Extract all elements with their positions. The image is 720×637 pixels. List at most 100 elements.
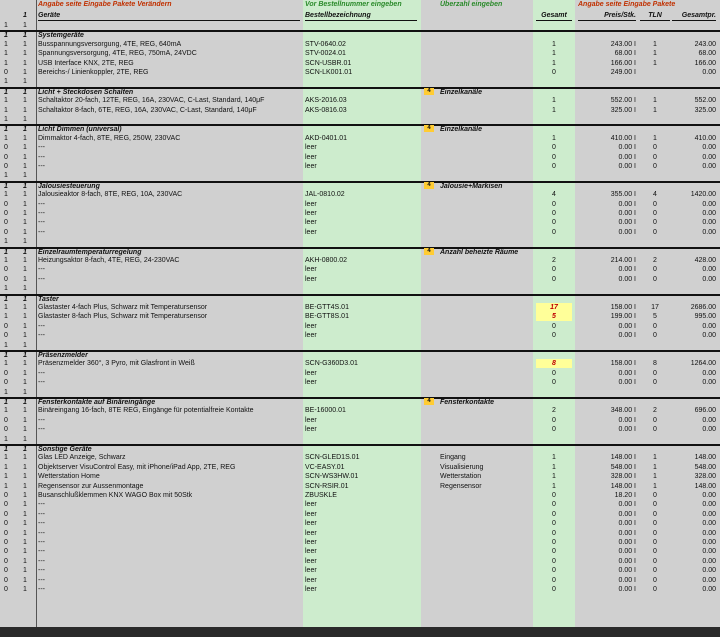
quantity-cell[interactable]: 0 bbox=[536, 378, 572, 387]
quantity-cell[interactable]: 1 bbox=[536, 96, 572, 105]
device-name[interactable]: Schaltaktor 20-fach, 12TE, REG, 16A, 230… bbox=[38, 96, 300, 105]
order-code-cell[interactable]: leer bbox=[305, 557, 417, 566]
device-name[interactable]: --- bbox=[38, 538, 300, 547]
quantity-cell[interactable]: 8 bbox=[536, 359, 572, 369]
device-name[interactable]: --- bbox=[38, 576, 300, 585]
device-name[interactable]: --- bbox=[38, 265, 300, 274]
order-code-cell[interactable]: AKS-2016.03 bbox=[305, 96, 417, 105]
order-code-cell[interactable]: leer bbox=[305, 200, 417, 209]
device-name[interactable]: --- bbox=[38, 416, 300, 425]
order-code-cell[interactable]: leer bbox=[305, 322, 417, 331]
device-name[interactable]: --- bbox=[38, 162, 300, 171]
section-quantity-input[interactable]: 4 bbox=[424, 247, 434, 255]
header-gesamt[interactable]: Gesamt bbox=[536, 11, 572, 21]
device-name[interactable]: --- bbox=[38, 275, 300, 284]
order-code-cell[interactable]: leer bbox=[305, 425, 417, 434]
quantity-cell[interactable]: 0 bbox=[536, 519, 572, 528]
order-code-cell[interactable]: leer bbox=[305, 218, 417, 227]
order-code-cell[interactable]: JAL-0810.02 bbox=[305, 190, 417, 199]
device-name[interactable]: Dimmaktor 4-fach, 8TE, REG, 250W, 230VAC bbox=[38, 134, 300, 143]
quantity-cell[interactable]: 4 bbox=[536, 190, 572, 199]
device-name[interactable]: --- bbox=[38, 566, 300, 575]
device-name[interactable]: Glastaster 8-fach Plus, Schwarz mit Temp… bbox=[38, 312, 300, 321]
device-name[interactable]: Jalousieaktor 8-fach, 8TE, REG, 10A, 230… bbox=[38, 190, 300, 199]
quantity-cell[interactable]: 1 bbox=[536, 49, 572, 58]
order-code-cell[interactable]: SCN-G360D3.01 bbox=[305, 359, 417, 368]
device-name[interactable]: Präsenzmelder 360°, 3 Pyro, mit Glasfron… bbox=[38, 359, 300, 368]
section-quantity-input[interactable]: 4 bbox=[424, 398, 434, 405]
order-code-cell[interactable]: leer bbox=[305, 547, 417, 556]
quantity-cell[interactable]: 1 bbox=[536, 134, 572, 143]
order-code-cell[interactable]: leer bbox=[305, 331, 417, 340]
quantity-cell[interactable]: 1 bbox=[536, 453, 572, 462]
quantity-cell[interactable]: 1 bbox=[536, 40, 572, 49]
quantity-cell[interactable]: 0 bbox=[536, 576, 572, 585]
device-name[interactable]: --- bbox=[38, 529, 300, 538]
device-name[interactable]: Binäreingang 16-fach, 8TE REG, Eingänge … bbox=[38, 406, 300, 415]
quantity-cell[interactable]: 0 bbox=[536, 153, 572, 162]
order-code-cell[interactable]: leer bbox=[305, 519, 417, 528]
quantity-cell[interactable]: 17 bbox=[536, 303, 572, 312]
device-name[interactable]: Busspannungsversorgung, 4TE, REG, 640mA bbox=[38, 40, 300, 49]
quantity-cell[interactable]: 0 bbox=[536, 200, 572, 209]
device-name[interactable]: Heizungsaktor 8-fach, 4TE, REG, 24-230VA… bbox=[38, 256, 300, 265]
device-name[interactable]: --- bbox=[38, 209, 300, 218]
section-quantity-input[interactable]: 4 bbox=[424, 87, 434, 95]
device-name[interactable]: --- bbox=[38, 585, 300, 594]
quantity-cell[interactable]: 0 bbox=[536, 491, 572, 500]
order-code-cell[interactable]: leer bbox=[305, 369, 417, 378]
order-code-cell[interactable]: leer bbox=[305, 538, 417, 547]
order-code-cell[interactable]: leer bbox=[305, 500, 417, 509]
quantity-cell[interactable]: 0 bbox=[536, 585, 572, 594]
device-name[interactable]: --- bbox=[38, 218, 300, 227]
device-name[interactable]: --- bbox=[38, 510, 300, 519]
device-name[interactable]: --- bbox=[38, 425, 300, 434]
device-name[interactable]: Spannungsversorgung, 4TE, REG, 750mA, 24… bbox=[38, 49, 300, 58]
device-name[interactable]: Regensensor zur Aussenmontage bbox=[38, 482, 300, 491]
quantity-cell[interactable]: 2 bbox=[536, 406, 572, 415]
order-code-cell[interactable]: BE-16000.01 bbox=[305, 406, 417, 415]
quantity-cell[interactable]: 0 bbox=[536, 557, 572, 566]
device-name[interactable]: --- bbox=[38, 200, 300, 209]
device-name[interactable]: Glastaster 4-fach Plus, Schwarz mit Temp… bbox=[38, 303, 300, 312]
quantity-cell[interactable]: 1 bbox=[536, 59, 572, 68]
device-name[interactable]: --- bbox=[38, 143, 300, 152]
order-code-cell[interactable]: leer bbox=[305, 265, 417, 274]
order-code-cell[interactable]: SCN-LK001.01 bbox=[305, 68, 417, 77]
order-code-cell[interactable]: BE-GTT4S.01 bbox=[305, 303, 417, 312]
order-code-cell[interactable]: leer bbox=[305, 416, 417, 425]
order-code-cell[interactable]: leer bbox=[305, 209, 417, 218]
order-code-cell[interactable]: AKS-0816.03 bbox=[305, 106, 417, 115]
quantity-cell[interactable]: 0 bbox=[536, 566, 572, 575]
order-code-cell[interactable]: leer bbox=[305, 566, 417, 575]
device-name[interactable]: Bereichs-/ Linienkoppler, 2TE, REG bbox=[38, 68, 300, 77]
section-quantity-input[interactable]: 4 bbox=[424, 181, 434, 189]
order-code-cell[interactable]: leer bbox=[305, 228, 417, 237]
quantity-cell[interactable]: 0 bbox=[536, 228, 572, 237]
quantity-cell[interactable]: 0 bbox=[536, 416, 572, 425]
order-code-cell[interactable]: leer bbox=[305, 275, 417, 284]
order-code-cell[interactable]: leer bbox=[305, 143, 417, 152]
quantity-cell[interactable]: 0 bbox=[536, 209, 572, 218]
quantity-cell[interactable]: 0 bbox=[536, 331, 572, 340]
quantity-cell[interactable]: 0 bbox=[536, 218, 572, 227]
quantity-cell[interactable]: 0 bbox=[536, 538, 572, 547]
device-name[interactable]: Objektserver VisuControl Easy, mit iPhon… bbox=[38, 463, 300, 472]
device-name[interactable]: Busanschlußklemmen KNX WAGO Box mit 50St… bbox=[38, 491, 300, 500]
order-code-cell[interactable]: leer bbox=[305, 162, 417, 171]
device-name[interactable]: Glas LED Anzeige, Schwarz bbox=[38, 453, 300, 462]
quantity-cell[interactable]: 1 bbox=[536, 106, 572, 115]
quantity-cell[interactable]: 0 bbox=[536, 275, 572, 284]
quantity-cell[interactable]: 0 bbox=[536, 529, 572, 538]
quantity-cell[interactable]: 5 bbox=[536, 312, 572, 322]
device-name[interactable]: --- bbox=[38, 369, 300, 378]
header-bestellbezeichnung[interactable]: Bestellbezeichnung bbox=[305, 11, 417, 21]
quantity-cell[interactable]: 0 bbox=[536, 369, 572, 378]
order-code-cell[interactable]: AKD-0401.01 bbox=[305, 134, 417, 143]
quantity-cell[interactable]: 0 bbox=[536, 425, 572, 434]
order-code-cell[interactable]: leer bbox=[305, 529, 417, 538]
order-code-cell[interactable]: SCN-USBR.01 bbox=[305, 59, 417, 68]
device-name[interactable]: Wetterstation Home bbox=[38, 472, 300, 481]
device-name[interactable]: --- bbox=[38, 331, 300, 340]
device-name[interactable]: --- bbox=[38, 153, 300, 162]
